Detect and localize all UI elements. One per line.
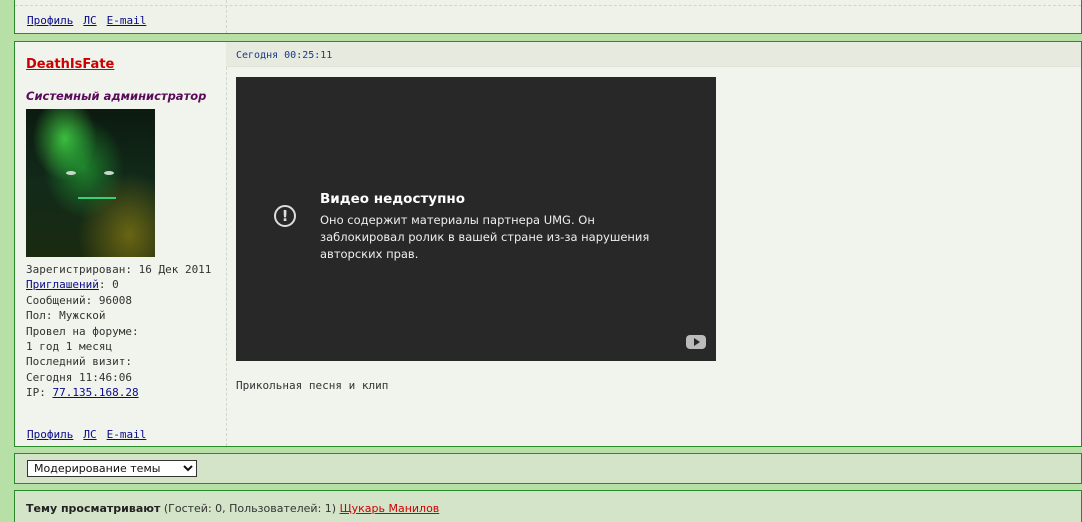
author-info: Зарегистрирован: 16 Дек 2011 Приглашений… bbox=[26, 262, 211, 401]
viewers-label: Тему просматривают bbox=[26, 502, 161, 515]
previous-post-footer: Профиль ЛС E-mail bbox=[14, 0, 1082, 34]
video-error-title: Видео недоступно bbox=[320, 191, 465, 207]
avatar-eye bbox=[104, 171, 114, 175]
registered-date: Зарегистрирован: 16 Дек 2011 bbox=[26, 263, 212, 276]
email-link[interactable]: E-mail bbox=[107, 14, 147, 27]
invites-link[interactable]: Приглашений bbox=[26, 278, 99, 291]
video-error-message: Оно содержит материалы партнера UMG. Он … bbox=[320, 213, 650, 261]
moderation-select[interactable]: Модерирование темы bbox=[27, 460, 197, 477]
viewers-stats: (Гостей: 0, Пользователей: 1) bbox=[160, 502, 340, 515]
ip-label: IP: bbox=[26, 386, 53, 400]
author-panel: DeathIsFate Системный администратор Заре… bbox=[15, 42, 227, 446]
post-date: Сегодня 00:25:11 bbox=[236, 50, 333, 61]
last-visit-value: Сегодня 11:46:06 bbox=[26, 370, 132, 384]
moderation-bar: Модерирование темы bbox=[14, 453, 1082, 484]
profile-link[interactable]: Профиль bbox=[27, 428, 73, 441]
avatar bbox=[26, 109, 155, 257]
youtube-icon[interactable] bbox=[686, 335, 706, 349]
forum-time-label: Провел на форуме: bbox=[26, 324, 139, 338]
invites-count: : 0 bbox=[98, 278, 119, 292]
post-links: Профиль ЛС E-mail bbox=[27, 428, 156, 441]
messages-count: Сообщений: 96008 bbox=[26, 293, 132, 307]
invites-row: Приглашений: 0 bbox=[26, 277, 211, 292]
last-visit-label: Последний визит: bbox=[26, 355, 132, 369]
post-text: Прикольная песня и клип bbox=[236, 379, 389, 392]
pm-link[interactable]: ЛС bbox=[83, 428, 96, 441]
post-content: Сегодня 00:25:11 ! Видео недоступно Оно … bbox=[226, 42, 1081, 446]
post-date-bar: Сегодня 00:25:11 bbox=[226, 42, 1081, 67]
viewer-user-link[interactable]: Щукарь Манилов bbox=[340, 502, 440, 515]
ip-row: IP: 77.135.168.28 bbox=[26, 385, 211, 400]
forum-post: DeathIsFate Системный администратор Заре… bbox=[14, 41, 1082, 447]
video-embed[interactable]: ! Видео недоступно Оно содержит материал… bbox=[236, 77, 716, 361]
topic-viewers-bar: Тему просматривают (Гостей: 0, Пользоват… bbox=[14, 490, 1082, 522]
ip-link[interactable]: 77.135.168.28 bbox=[53, 386, 139, 399]
email-link[interactable]: E-mail bbox=[107, 428, 147, 441]
gender: Пол: Мужской bbox=[26, 309, 106, 323]
author-username[interactable]: DeathIsFate bbox=[26, 57, 114, 72]
profile-link[interactable]: Профиль bbox=[27, 14, 73, 27]
avatar-eye bbox=[66, 171, 76, 175]
alert-circle-icon: ! bbox=[274, 205, 296, 227]
avatar-detail bbox=[78, 197, 116, 199]
pm-link[interactable]: ЛС bbox=[83, 14, 96, 27]
divider bbox=[15, 5, 1081, 6]
author-role: Системный администратор bbox=[26, 89, 207, 103]
forum-time-value: 1 год 1 месяц bbox=[26, 340, 113, 354]
post-links: Профиль ЛС E-mail bbox=[27, 14, 156, 27]
